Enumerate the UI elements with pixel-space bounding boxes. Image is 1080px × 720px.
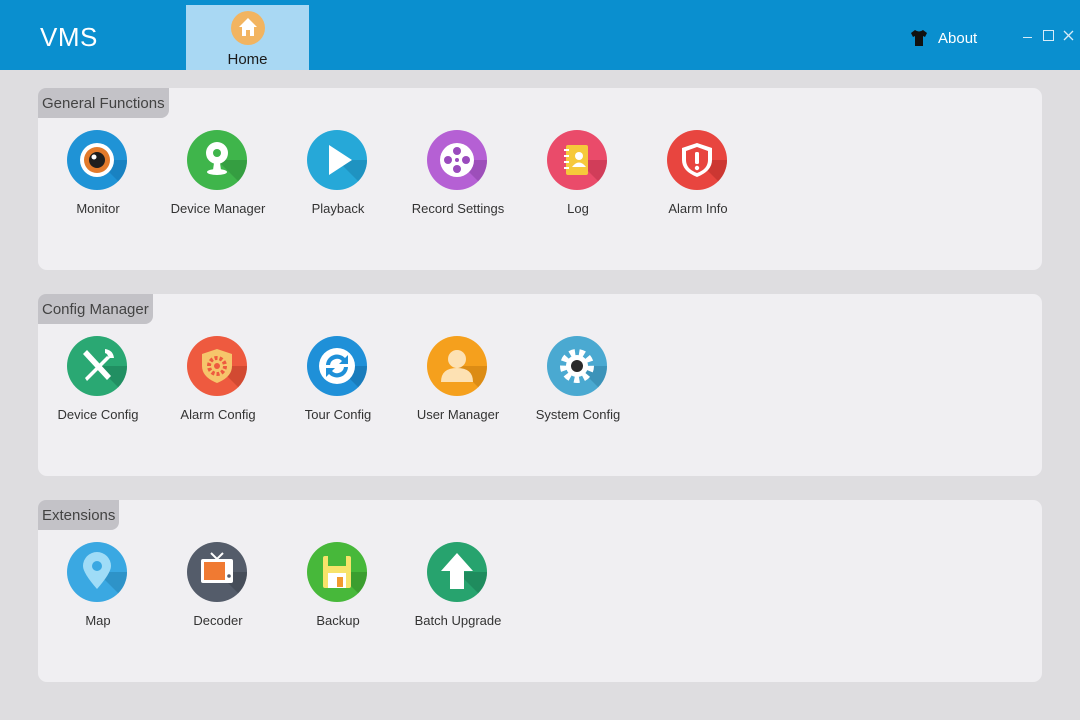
alarm-info-button[interactable]: Alarm Info bbox=[638, 130, 758, 222]
alert-shield-icon bbox=[667, 130, 727, 190]
batch-upgrade-button[interactable]: Batch Upgrade bbox=[398, 542, 518, 634]
webcam-icon bbox=[187, 130, 247, 190]
gear-shield-icon bbox=[187, 336, 247, 396]
item-label: Device Config bbox=[57, 407, 139, 422]
tv-icon bbox=[187, 542, 247, 602]
home-icon bbox=[231, 11, 265, 45]
tour-config-button[interactable]: Tour Config bbox=[278, 336, 398, 428]
tab-home-label: Home bbox=[227, 51, 268, 68]
item-label: Playback bbox=[311, 201, 365, 216]
user-icon bbox=[427, 336, 487, 396]
upload-arrow-icon bbox=[427, 542, 487, 602]
item-label: Alarm Config bbox=[180, 407, 256, 422]
tshirt-icon bbox=[911, 30, 927, 46]
minimize-icon[interactable] bbox=[1020, 28, 1040, 44]
config-manager-panel: Config Manager Device Config Alarm Confi… bbox=[38, 294, 1042, 476]
item-label: Record Settings bbox=[411, 201, 505, 216]
gear-icon bbox=[547, 336, 607, 396]
system-config-button[interactable]: System Config bbox=[518, 336, 638, 428]
play-icon bbox=[307, 130, 367, 190]
log-button[interactable]: Log bbox=[518, 130, 638, 222]
extensions-panel: Extensions Map Decoder Backup Batch Upgr… bbox=[38, 500, 1042, 682]
item-label: Decoder bbox=[193, 613, 243, 628]
camera-lens-icon bbox=[67, 130, 127, 190]
item-label: System Config bbox=[535, 407, 621, 422]
section-label: Config Manager bbox=[38, 294, 153, 324]
tab-home[interactable]: Home bbox=[186, 5, 309, 70]
item-label: Tour Config bbox=[304, 407, 372, 422]
floppy-disk-icon bbox=[307, 542, 367, 602]
map-pin-icon bbox=[67, 542, 127, 602]
section-label: General Functions bbox=[38, 88, 169, 118]
user-manager-button[interactable]: User Manager bbox=[398, 336, 518, 428]
about-button[interactable]: About bbox=[910, 28, 977, 48]
window-controls bbox=[1020, 28, 1080, 44]
device-config-button[interactable]: Device Config bbox=[38, 336, 158, 428]
map-button[interactable]: Map bbox=[38, 542, 158, 634]
item-label: Alarm Info bbox=[668, 201, 728, 216]
item-label: Log bbox=[567, 201, 589, 216]
item-label: Backup bbox=[316, 613, 360, 628]
record-settings-button[interactable]: Record Settings bbox=[398, 130, 518, 222]
app-title: VMS bbox=[40, 22, 98, 52]
notebook-icon bbox=[547, 130, 607, 190]
device-manager-button[interactable]: Device Manager bbox=[158, 130, 278, 222]
monitor-button[interactable]: Monitor bbox=[38, 130, 158, 222]
decoder-button[interactable]: Decoder bbox=[158, 542, 278, 634]
general-functions-panel: General Functions Monitor Device Manager bbox=[38, 88, 1042, 270]
item-label: Map bbox=[85, 613, 111, 628]
item-label: Monitor bbox=[76, 201, 120, 216]
film-reel-icon bbox=[427, 130, 487, 190]
playback-button[interactable]: Playback bbox=[278, 130, 398, 222]
item-label: Device Manager bbox=[170, 201, 266, 216]
item-label: Batch Upgrade bbox=[414, 613, 502, 628]
about-label: About bbox=[938, 29, 978, 47]
alarm-config-button[interactable]: Alarm Config bbox=[158, 336, 278, 428]
refresh-icon bbox=[307, 336, 367, 396]
close-icon[interactable] bbox=[1060, 28, 1080, 44]
title-bar: VMS Home About bbox=[0, 0, 1080, 70]
item-label: User Manager bbox=[416, 407, 500, 422]
section-label: Extensions bbox=[38, 500, 120, 530]
maximize-icon[interactable] bbox=[1040, 28, 1060, 44]
tools-icon bbox=[67, 336, 127, 396]
backup-button[interactable]: Backup bbox=[278, 542, 398, 634]
